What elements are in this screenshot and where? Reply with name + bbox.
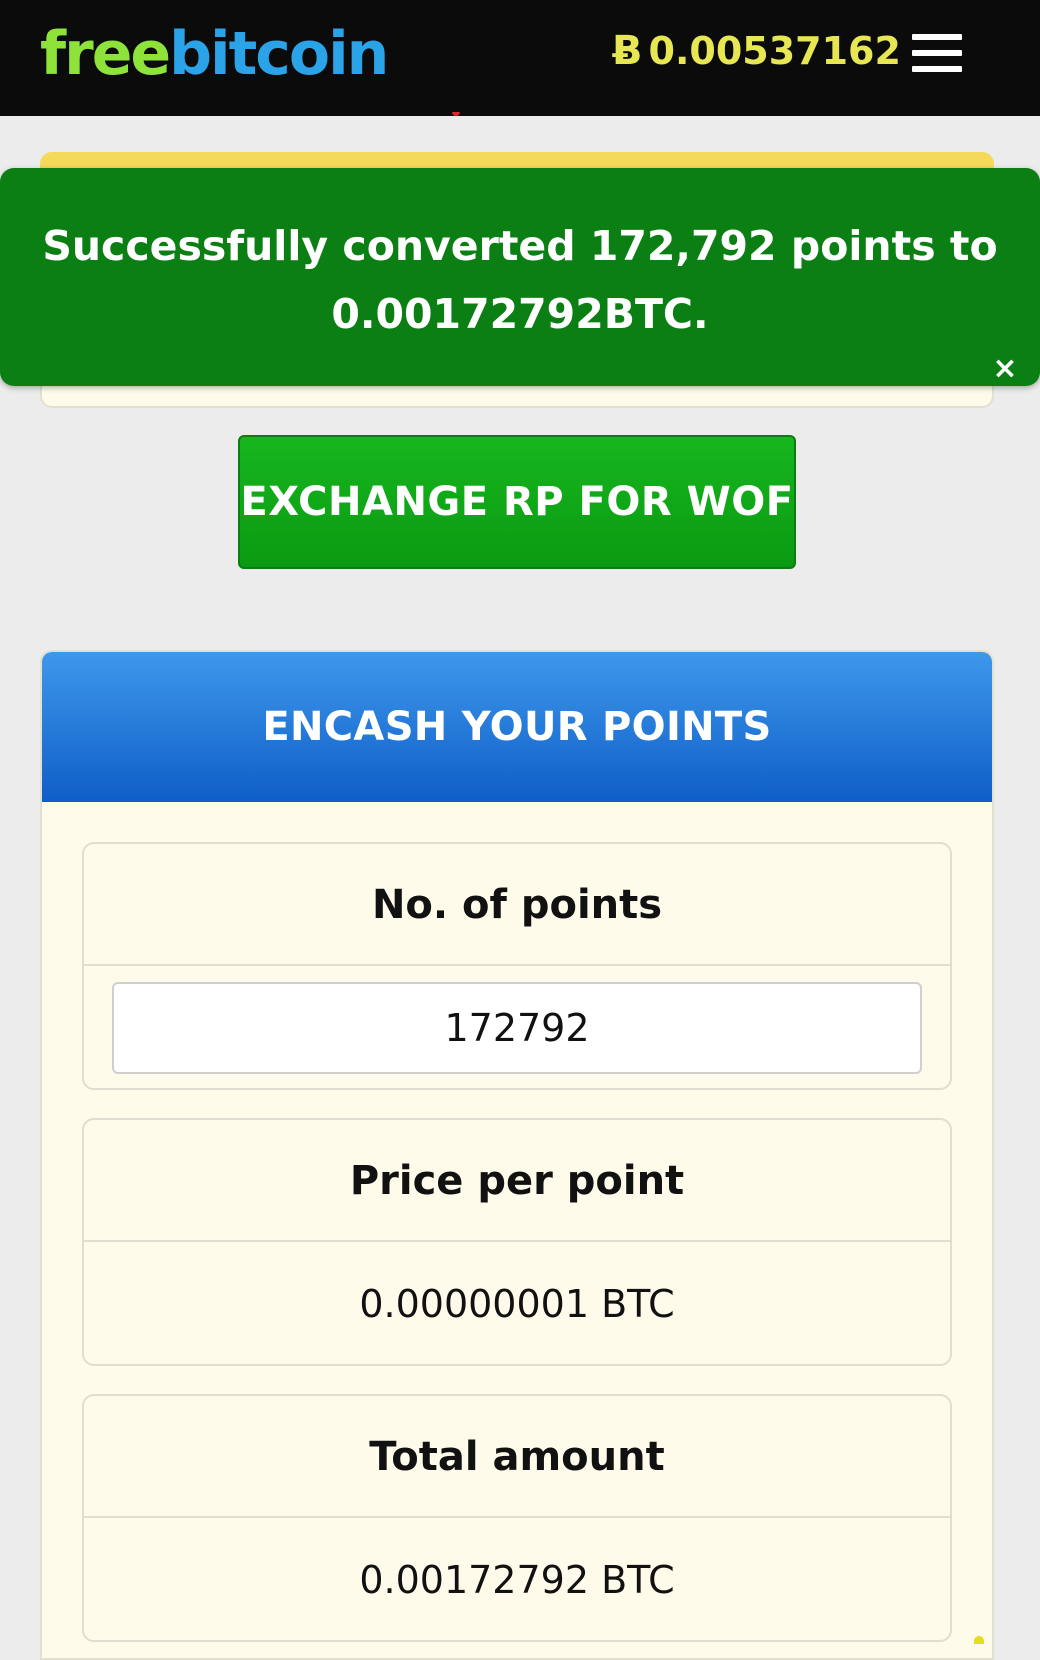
logo-text-bitcoin: bitcoin [169, 19, 389, 89]
price-label: Price per point [84, 1120, 950, 1242]
price-field: Price per point 0.00000001 BTC [82, 1118, 952, 1366]
points-input[interactable] [112, 982, 922, 1074]
encash-points-title: ENCASH YOUR POINTS [42, 652, 992, 802]
corner-indicator [974, 1636, 984, 1644]
exchange-rp-for-wof-button[interactable]: EXCHANGE RP FOR WOF [238, 435, 796, 569]
freebitcoin-logo[interactable]: freebitcoin [40, 14, 389, 94]
hamburger-menu-icon[interactable] [912, 32, 964, 74]
success-notification: × Successfully converted 172,792 points … [0, 168, 1040, 386]
logo-text-free: free [40, 19, 171, 89]
total-value: 0.00172792 BTC [359, 1558, 675, 1602]
price-value: 0.00000001 BTC [359, 1282, 675, 1326]
notification-line-2: 0.00172792BTC. [331, 290, 709, 338]
menu-line [912, 66, 962, 72]
menu-line [912, 34, 962, 40]
notification-line-1: Successfully converted 172,792 points to [42, 222, 998, 270]
total-field: Total amount 0.00172792 BTC [82, 1394, 952, 1642]
points-label: No. of points [84, 844, 950, 966]
btc-balance: Ƀ 0.00537162 [612, 26, 901, 76]
top-navigation-bar: freebitcoin Ƀ 0.00537162 [0, 0, 1040, 116]
bitcoin-icon: Ƀ [612, 28, 643, 74]
points-value-row [84, 968, 950, 1088]
points-field: No. of points [82, 842, 952, 1090]
balance-amount: 0.00537162 [648, 29, 901, 73]
menu-line [912, 50, 962, 56]
notification-message: Successfully converted 172,792 points to… [40, 212, 1000, 348]
close-icon[interactable]: × [990, 354, 1020, 384]
total-label: Total amount [84, 1396, 950, 1518]
